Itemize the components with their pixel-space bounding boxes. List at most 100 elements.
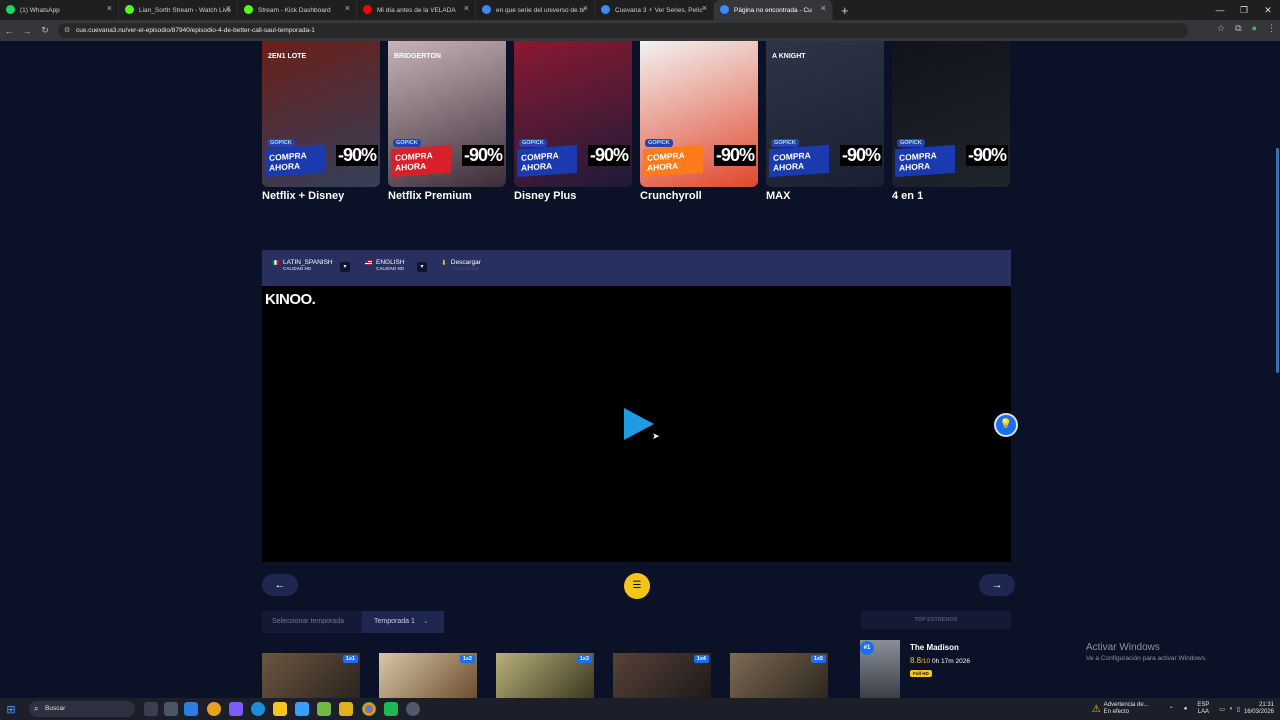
browser-tab[interactable]: Cuevana 3 ⚡ Ver Series, Pelíc × [595,0,714,20]
promo-tagline: 2EN1 LOTE [268,53,307,60]
browser-tab[interactable]: Página no encontrada - Cu × [714,0,833,20]
episode-card[interactable]: 1x2 [379,653,477,698]
forward-icon[interactable]: → [18,26,36,36]
promo-image: GOPICK COMPRA AHORA -90% [640,41,758,187]
language-option-english[interactable]: ENGLISH CALIDAD HD [365,259,405,271]
bookmark-star-icon[interactable]: ☆ [1217,23,1225,34]
app-icon[interactable] [384,702,398,716]
profile-avatar-icon[interactable]: ● [1252,23,1257,34]
promo-card[interactable]: GOPICK COMPRA AHORA -90% Crunchyroll [640,41,758,202]
tab-title: Stream - Kick Dashboard [258,6,331,14]
episode-card[interactable]: 1x4 [613,653,711,698]
page-viewport[interactable]: 2EN1 LOTE GOPICK COMPRA AHORA -90% Netflix +… [0,41,1280,698]
close-window-icon[interactable]: ✕ [1256,0,1280,20]
episode-card[interactable]: 1x1 [262,653,360,698]
windows-start-icon[interactable]: ⊞ [0,698,22,720]
watermark-title: Activar Windows [1086,642,1160,653]
scrollbar-thumb[interactable] [1276,148,1279,373]
season-dropdown[interactable]: Temporada 1 ⌄ [362,611,444,633]
score-suffix: /10 [921,658,931,665]
browser-tab[interactable]: en que serie del universo de br × [476,0,595,20]
play-icon[interactable] [624,408,654,440]
player-options-bar: LATIN_SPANISH CALIDAD HD ▾ ENGLISH CALID… [262,250,1011,286]
tab-close-icon[interactable]: × [226,3,231,13]
promo-card[interactable]: 2EN1 LOTE GOPICK COMPRA AHORA -90% Netflix +… [262,41,380,202]
buy-now-label: COMPRA AHORA [769,144,829,178]
restore-icon[interactable]: ❐ [1232,0,1256,20]
clock[interactable]: 21:31 16/03/2026 [1244,702,1274,716]
tab-close-icon[interactable]: × [821,3,826,13]
language-name: ENGLISH [376,259,405,266]
tab-close-icon[interactable]: × [107,3,112,13]
network-icon[interactable]: ▭ [1219,706,1225,713]
top-estrenos-item[interactable]: #1 The Madison 8.8/10 0h 17m 2026 Full H… [860,640,1010,698]
tray-chevron-icon[interactable]: ⌃ [1169,706,1174,713]
app-icon[interactable] [164,702,178,716]
lightbulb-icon[interactable]: 💡 [994,413,1018,437]
discount-label: -90% [965,145,1008,166]
edge-icon[interactable] [251,702,265,716]
promo-image: GOPICK COMPRA AHORA -90% [892,41,1010,187]
promo-card[interactable]: GOPICK COMPRA AHORA -90% Disney Plus [514,41,632,202]
taskbar-search[interactable]: ⌕ Buscar [29,701,135,717]
promo-image: A KNIGHT GOPICK COMPRA AHORA -90% [766,41,884,187]
browser-tab[interactable]: Mi día antes de la VELADA × [357,0,476,20]
warning-icon[interactable]: ⚠ [1092,704,1101,715]
system-tray: ⚠ Advertencia de... En efecto ⌃ ● ESP LA… [1092,698,1280,720]
app-icon[interactable] [317,702,331,716]
promo-name: Netflix + Disney [262,190,345,202]
promo-card[interactable]: BRIDGERTON GOPICK COMPRA AHORA -90% Netflix … [388,41,506,202]
next-episode-button[interactable]: → [979,574,1015,596]
chrome-icon[interactable] [362,702,376,716]
tab-close-icon[interactable]: × [702,3,707,13]
promo-name: Disney Plus [514,190,577,202]
minimize-icon[interactable]: — [1208,0,1232,20]
tray-warning-sub: En efecto [1103,709,1130,715]
scrollbar[interactable] [1274,41,1280,698]
promo-name: Crunchyroll [640,190,702,202]
url-text: cue.cuevana3.nu/ver-el-episodio/87940/ep… [76,27,315,34]
windows-taskbar: ⊞ ⌕ Buscar ⚠ Advertencia de... En efecto… [0,698,1280,720]
browser-tab[interactable]: (1) WhatsApp × [0,0,119,20]
download-label: Descargar [450,259,481,266]
app-icon[interactable] [229,702,243,716]
video-player[interactable]: KINOO. ➤ [262,286,1011,562]
new-tab-button[interactable]: + [841,3,849,18]
menu-kebab-icon[interactable]: ⋮ [1267,23,1276,34]
previous-episode-button[interactable]: ← [262,574,298,596]
browser-toolbar-icons: ☆ ⧉ ● ⋮ [1217,23,1276,34]
browser-tab[interactable]: Stream - Kick Dashboard × [238,0,357,20]
extensions-icon[interactable]: ⧉ [1235,23,1241,34]
input-language[interactable]: ESP [1197,702,1209,709]
browser-tab[interactable]: Lian_Sorth Stream - Watch Live × [119,0,238,20]
site-info-icon[interactable]: ⚙ [64,23,70,38]
tab-close-icon[interactable]: × [464,3,469,13]
chevron-down-icon[interactable]: ▾ [340,262,350,272]
app-icon[interactable] [295,702,309,716]
app-icon[interactable] [184,702,198,716]
download-option[interactable]: ⬇ Descargar CALIDAD HD [441,259,481,271]
microphone-icon[interactable]: ● [1184,706,1188,712]
episode-card[interactable]: 1x5 [730,653,828,698]
battery-icon[interactable]: ▯ [1237,706,1240,713]
language-option-latin-spanish[interactable]: LATIN_SPANISH CALIDAD HD [272,259,333,271]
chevron-down-icon[interactable]: ▾ [417,262,427,272]
episode-badge: 1x3 [576,655,592,663]
reload-icon[interactable]: ↻ [36,25,54,36]
volume-icon[interactable]: ◖ [1229,706,1233,712]
tab-close-icon[interactable]: × [345,3,350,13]
back-icon[interactable]: ← [0,26,18,36]
episode-card[interactable]: 1x3 [496,653,594,698]
tab-close-icon[interactable]: × [583,3,588,13]
app-icon[interactable] [406,702,420,716]
app-icon[interactable] [207,702,221,716]
promo-card[interactable]: GOPICK COMPRA AHORA -90% 4 en 1 [892,41,1010,202]
tab-favicon-icon [6,5,15,14]
promo-card[interactable]: A KNIGHT GOPICK COMPRA AHORA -90% MAX [766,41,884,202]
app-icon[interactable] [339,702,353,716]
discount-label: -90% [335,145,378,166]
episode-list-icon[interactable]: ☰ [624,573,650,599]
url-field[interactable]: ⚙ cue.cuevana3.nu/ver-el-episodio/87940/… [58,23,1188,38]
file-explorer-icon[interactable] [273,702,287,716]
task-view-icon[interactable] [144,702,158,716]
